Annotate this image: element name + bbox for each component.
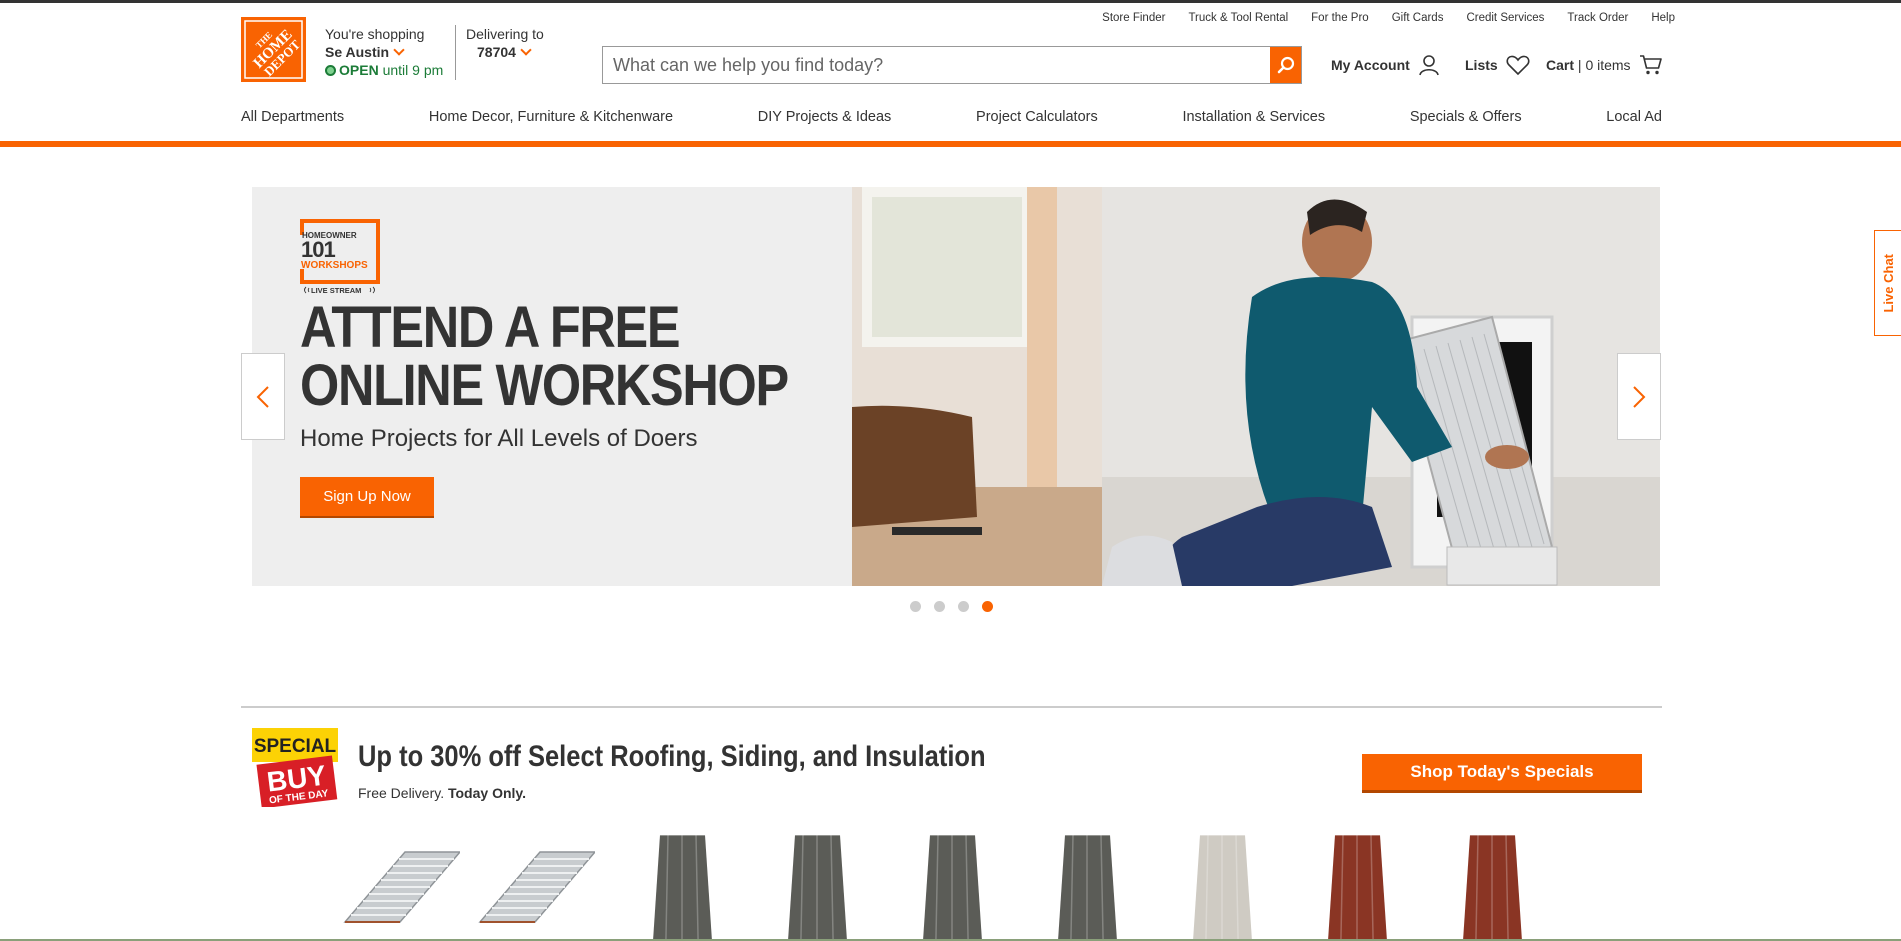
cart-separator: | <box>1577 57 1582 73</box>
svg-text:SPECIAL: SPECIAL <box>254 736 337 757</box>
special-buy-subtitle: Free Delivery. Today Only. <box>358 785 526 801</box>
shop-todays-specials-button[interactable]: Shop Today's Specials <box>1362 754 1642 793</box>
delivery-label: Delivering to <box>466 26 544 42</box>
heart-icon <box>1506 55 1530 76</box>
user-icon <box>1419 55 1439 76</box>
utility-link-store-finder[interactable]: Store Finder <box>1102 12 1165 24</box>
nav-installation-services[interactable]: Installation & Services <box>1182 109 1325 125</box>
store-selector[interactable]: You're shopping Se Austin OPEN until 9 p… <box>325 25 450 79</box>
top-border <box>0 0 1901 3</box>
store-label: You're shopping <box>325 26 425 42</box>
nav-project-calculators[interactable]: Project Calculators <box>976 109 1098 125</box>
cart-count: 0 items <box>1585 57 1631 73</box>
carousel-dot[interactable] <box>958 601 969 612</box>
product-strip <box>340 832 1540 941</box>
carousel-dots <box>910 601 993 612</box>
nav-local-ad[interactable]: Local Ad <box>1606 109 1662 125</box>
carousel-dot-active[interactable] <box>982 601 993 612</box>
special-buy-badge: SPECIAL BUY OF THE DAY <box>252 728 338 809</box>
hero-title: ATTEND A FREE ONLINE WORKSHOP <box>300 295 789 418</box>
utility-link-track-order[interactable]: Track Order <box>1567 12 1628 24</box>
utility-link-credit-services[interactable]: Credit Services <box>1466 12 1544 24</box>
product-thumbnail[interactable] <box>1150 832 1270 941</box>
store-name[interactable]: Se Austin <box>325 44 389 60</box>
hero-image <box>852 187 1660 586</box>
cart-icon <box>1639 55 1662 75</box>
carousel-prev-button[interactable] <box>241 353 285 440</box>
special-buy-sub-bold: Today Only. <box>447 785 527 801</box>
utility-links: Store Finder Truck & Tool Rental For the… <box>1102 12 1675 24</box>
chevron-down-icon[interactable] <box>393 44 405 56</box>
chevron-right-icon <box>1633 385 1646 408</box>
product-thumbnail[interactable] <box>1015 832 1135 941</box>
sign-up-now-button[interactable]: Sign Up Now <box>300 477 434 518</box>
special-buy-title: Up to 30% off Select Roofing, Siding, an… <box>358 740 986 773</box>
section-divider <box>241 706 1662 708</box>
utility-link-for-the-pro[interactable]: For the Pro <box>1311 12 1369 24</box>
product-thumbnail[interactable] <box>1285 832 1405 941</box>
store-status: OPEN <box>339 62 379 78</box>
product-thumbnail[interactable] <box>1420 832 1540 941</box>
header-divider <box>455 25 456 80</box>
home-depot-logo[interactable]: THE HOME DEPOT <box>241 17 306 82</box>
search-button[interactable] <box>1270 47 1301 83</box>
delivery-zip[interactable]: 78704 <box>477 44 516 60</box>
delivery-selector[interactable]: Delivering to 78704 <box>466 25 544 61</box>
lists-button[interactable]: Lists <box>1465 54 1530 76</box>
live-chat-tab[interactable]: Live Chat <box>1874 230 1901 336</box>
lists-label: Lists <box>1465 57 1498 73</box>
chevron-left-icon <box>256 385 269 408</box>
nav-home-decor[interactable]: Home Decor, Furniture & Kitchenware <box>429 109 673 125</box>
nav-underline-bar <box>0 141 1901 147</box>
my-account-button[interactable]: My Account <box>1331 54 1440 76</box>
badge-line3: WORKSHOPS <box>301 260 368 271</box>
utility-link-help[interactable]: Help <box>1651 12 1675 24</box>
product-thumbnail[interactable] <box>880 832 1000 941</box>
main-nav: All Departments Home Decor, Furniture & … <box>241 109 1662 125</box>
product-thumbnail[interactable] <box>340 832 460 941</box>
badge-line4: LIVE STREAM <box>311 286 361 295</box>
badge-line2: 101 <box>301 237 335 262</box>
nav-specials-offers[interactable]: Specials & Offers <box>1410 109 1522 125</box>
cart-label: Cart <box>1546 57 1575 73</box>
carousel-next-button[interactable] <box>1617 353 1661 440</box>
utility-link-truck-tool-rental[interactable]: Truck & Tool Rental <box>1188 12 1288 24</box>
cart-button[interactable]: Cart | 0 items <box>1546 54 1663 76</box>
carousel-dot[interactable] <box>934 601 945 612</box>
nav-all-departments[interactable]: All Departments <box>241 109 344 125</box>
store-hours: until 9 pm <box>382 62 444 78</box>
homeowner-101-badge: HOMEOWNER 101 WORKSHOPS LIVE STREAM <box>300 219 380 295</box>
special-buy-sub-plain: Free Delivery. <box>358 785 445 801</box>
search-bar <box>602 46 1302 84</box>
search-icon <box>1277 56 1294 74</box>
hero-banner[interactable]: HOMEOWNER 101 WORKSHOPS LIVE STREAM ATTE… <box>252 187 1660 586</box>
product-thumbnail[interactable] <box>475 832 595 941</box>
hero-subtitle: Home Projects for All Levels of Doers <box>300 425 698 452</box>
utility-link-gift-cards[interactable]: Gift Cards <box>1392 12 1444 24</box>
chevron-down-icon[interactable] <box>520 44 532 56</box>
product-thumbnail[interactable] <box>610 832 730 941</box>
nav-diy-projects[interactable]: DIY Projects & Ideas <box>758 109 892 125</box>
open-status-icon <box>325 65 336 76</box>
live-chat-label: Live Chat <box>1880 253 1896 313</box>
search-input[interactable] <box>603 47 1270 83</box>
carousel-dot[interactable] <box>910 601 921 612</box>
product-thumbnail[interactable] <box>745 832 865 941</box>
my-account-label: My Account <box>1331 57 1410 73</box>
